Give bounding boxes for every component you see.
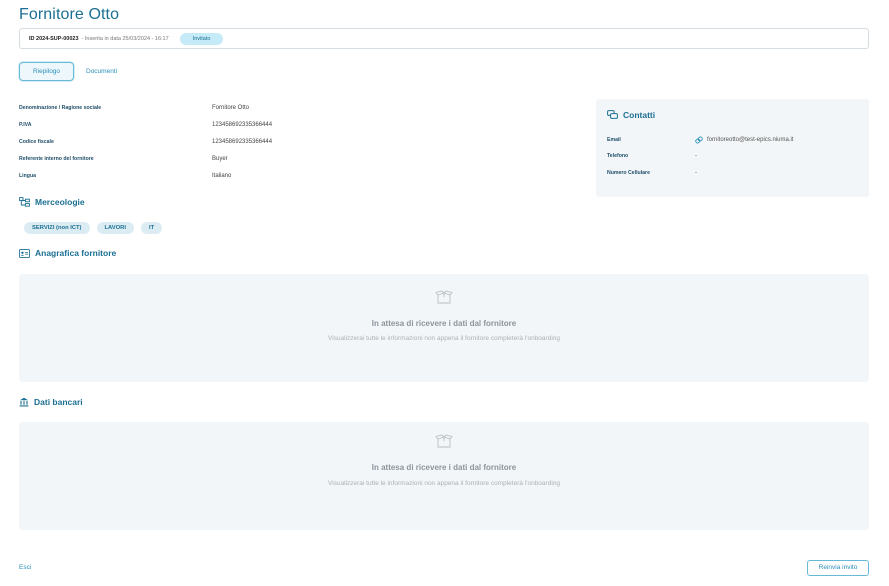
insertion-date: - Inserita in data 25/03/2024 - 16:17 bbox=[81, 35, 169, 42]
contact-row-email: Email fornitoreotto@test-epics.niuma.it bbox=[607, 136, 793, 144]
contacts-title: Contatti bbox=[623, 110, 656, 120]
supplier-id: ID 2024-SUP-00023 bbox=[29, 35, 79, 42]
category-chip: IT bbox=[140, 222, 163, 234]
empty-state-title: In attesa di ricevere i dati dal fornito… bbox=[371, 319, 517, 328]
info-label: Denominazione / Ragione sociale bbox=[19, 104, 102, 111]
empty-state-title: In attesa di ricevere i dati dal fornito… bbox=[371, 463, 517, 472]
contact-value: - bbox=[695, 153, 697, 159]
anagrafica-heading: Anagrafica fornitore bbox=[19, 248, 116, 258]
id-card-icon bbox=[19, 248, 30, 258]
contacts-heading: Contatti bbox=[607, 110, 655, 120]
hierarchy-icon bbox=[19, 197, 30, 207]
dati-bancari-empty-state: In attesa di ricevere i dati dal fornito… bbox=[19, 422, 869, 530]
contact-value[interactable]: fornitoreotto@test-epics.niuma.it bbox=[695, 136, 793, 144]
open-box-icon bbox=[435, 434, 453, 448]
dati-bancari-heading: Dati bancari bbox=[19, 397, 83, 407]
tab-bar: Riepilogo Documenti bbox=[19, 62, 128, 81]
exit-link[interactable]: Esci bbox=[19, 564, 31, 571]
contact-value: - bbox=[695, 170, 697, 176]
supplier-id-bar: ID 2024-SUP-00023 - Inserita in data 25/… bbox=[19, 28, 869, 49]
merceologie-title: Merceologie bbox=[35, 197, 85, 207]
empty-state-subtitle: Visualizzerai tutte le informazioni non … bbox=[327, 335, 560, 342]
status-badge: Invitato bbox=[179, 32, 224, 45]
link-icon bbox=[695, 136, 703, 144]
info-value: Fornitore Otto bbox=[212, 104, 250, 111]
info-label: P.IVA bbox=[19, 121, 32, 128]
info-row-referente: Referente interno del fornitore Buyer bbox=[19, 150, 419, 167]
anagrafica-title: Anagrafica fornitore bbox=[35, 248, 117, 258]
contact-label: Telefono bbox=[607, 153, 629, 159]
dati-bancari-title: Dati bancari bbox=[34, 397, 83, 407]
bank-icon bbox=[19, 397, 29, 407]
tab-riepilogo[interactable]: Riepilogo bbox=[19, 62, 74, 81]
info-row-denominazione: Denominazione / Ragione sociale Fornitor… bbox=[19, 99, 419, 116]
category-chip: SERVIZI (non ICT) bbox=[24, 222, 90, 234]
info-value: 123458692335366444 bbox=[212, 138, 273, 145]
empty-state-subtitle: Visualizzerai tutte le informazioni non … bbox=[327, 480, 560, 487]
chat-bubbles-icon bbox=[607, 110, 618, 119]
info-value: Italiano bbox=[212, 172, 232, 179]
contact-email: fornitoreotto@test-epics.niuma.it bbox=[707, 137, 794, 143]
contact-label: Email bbox=[607, 137, 621, 143]
info-label: Codice fiscale bbox=[19, 138, 54, 145]
contacts-panel: Contatti Email fornitoreotto@test-epics.… bbox=[596, 99, 869, 197]
supplier-info-list: Denominazione / Ragione sociale Fornitor… bbox=[19, 99, 419, 184]
contact-row-telefono: Telefono - bbox=[607, 153, 697, 159]
info-row-lingua: Lingua Italiano bbox=[19, 167, 419, 184]
info-value: Buyer bbox=[212, 155, 228, 162]
merceologie-chips: SERVIZI (non ICT) LAVORI IT bbox=[24, 222, 169, 234]
contact-label: Numero Cellulare bbox=[607, 170, 650, 176]
info-row-piva: P.IVA 123458692335366444 bbox=[19, 116, 419, 133]
contact-row-cellulare: Numero Cellulare - bbox=[607, 170, 697, 176]
merceologie-heading: Merceologie bbox=[19, 197, 85, 207]
anagrafica-empty-state: In attesa di ricevere i dati dal fornito… bbox=[19, 274, 869, 382]
info-label: Referente interno del fornitore bbox=[19, 155, 94, 162]
info-label: Lingua bbox=[19, 172, 37, 179]
open-box-icon bbox=[435, 290, 453, 304]
category-chip: LAVORI bbox=[96, 222, 134, 234]
info-row-codice-fiscale: Codice fiscale 123458692335366444 bbox=[19, 133, 419, 150]
info-value: 123458692335366444 bbox=[212, 121, 273, 128]
tab-documenti[interactable]: Documenti bbox=[75, 63, 128, 80]
page-title: Fornitore Otto bbox=[19, 6, 120, 23]
resend-invite-button[interactable]: Reinvia invito bbox=[807, 560, 869, 576]
